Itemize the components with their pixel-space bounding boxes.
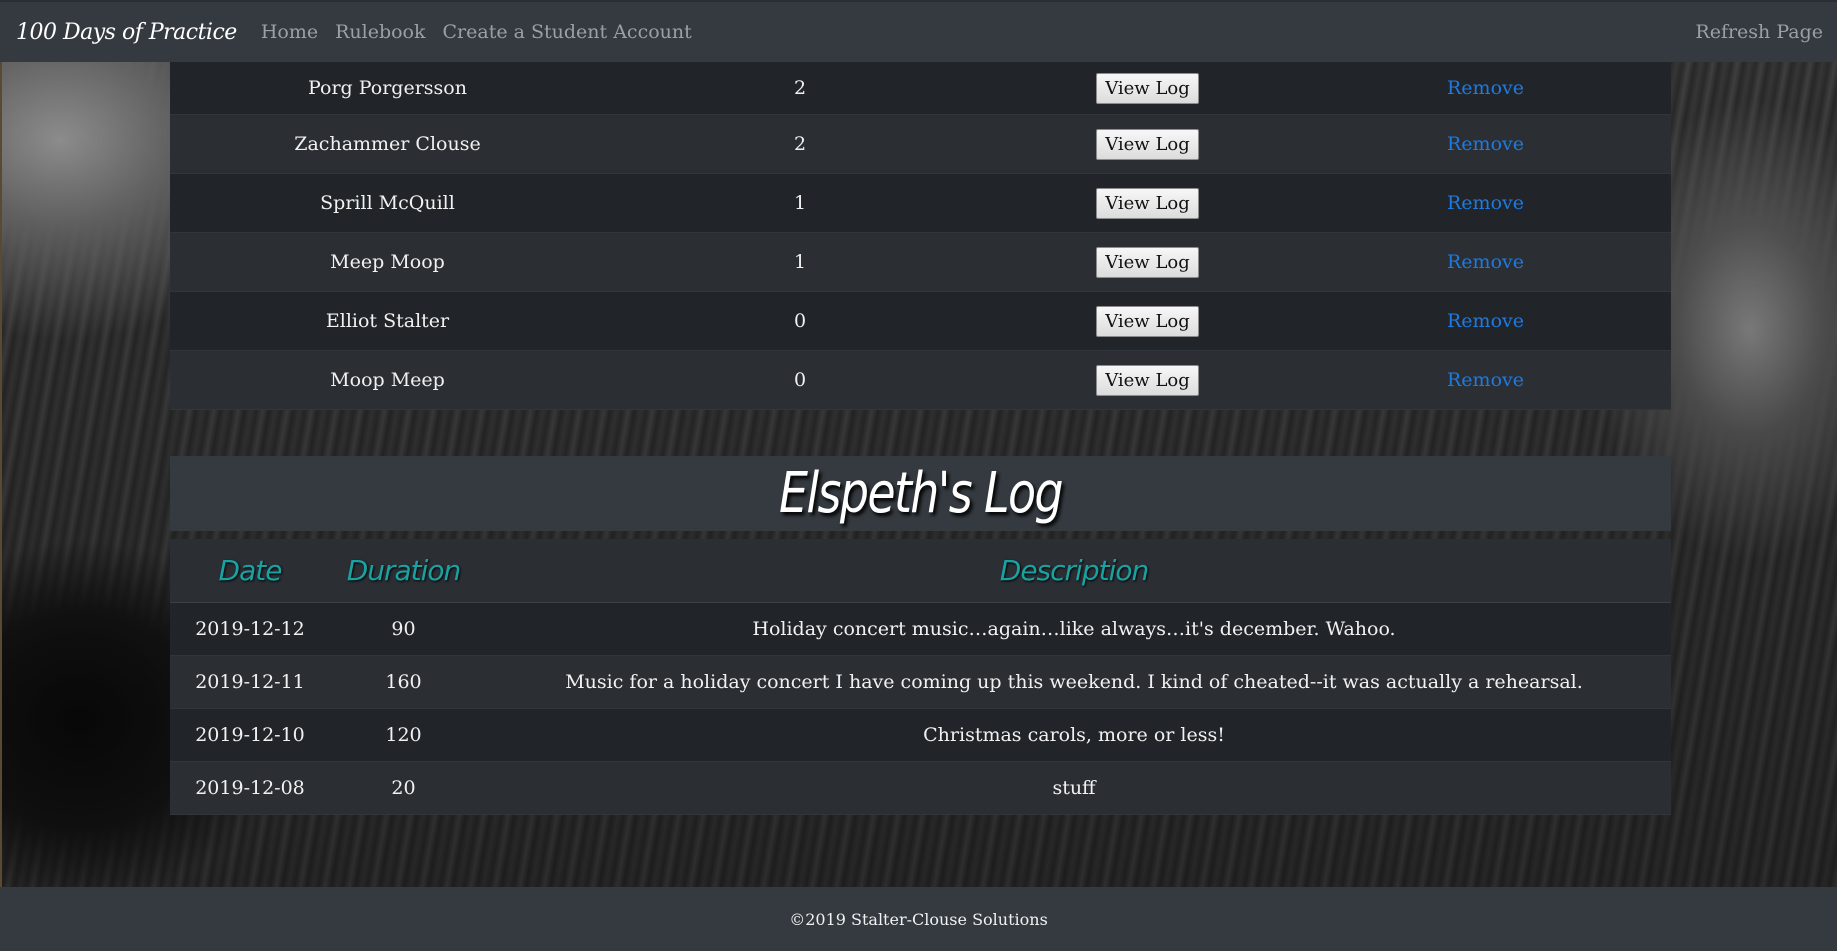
student-days: 2 bbox=[793, 133, 807, 155]
remove-link[interactable]: Remove bbox=[1300, 251, 1671, 273]
log-row: 2019-12-08 20 stuff bbox=[170, 762, 1671, 815]
view-log-cell: View Log bbox=[995, 305, 1300, 337]
view-log-cell: View Log bbox=[995, 128, 1300, 160]
log-row: 2019-12-12 90 Holiday concert music…agai… bbox=[170, 603, 1671, 656]
remove-link[interactable]: Remove bbox=[1300, 192, 1671, 214]
student-name: Meep Moop bbox=[330, 251, 445, 273]
left-edge bbox=[0, 0, 2, 951]
log-table: Date Duration Description 2019-12-12 90 … bbox=[170, 539, 1671, 815]
student-row: Meep Moop 1 View Log Remove bbox=[170, 233, 1671, 292]
remove-link[interactable]: Remove bbox=[1300, 133, 1671, 155]
navbar: 100 Days of Practice Home Rulebook Creat… bbox=[0, 0, 1837, 62]
log-title-bar: Elspeth's Log bbox=[170, 456, 1671, 531]
students-table: Porg Porgersson 2 View Log Remove Zacham… bbox=[170, 62, 1671, 410]
student-row: Sprill McQuill 1 View Log Remove bbox=[170, 174, 1671, 233]
student-name: Elliot Stalter bbox=[325, 310, 450, 332]
remove-link[interactable]: Remove bbox=[1300, 310, 1671, 332]
student-row: Elliot Stalter 0 View Log Remove bbox=[170, 292, 1671, 351]
log-row: 2019-12-10 120 Christmas carols, more or… bbox=[170, 709, 1671, 762]
nav-create-student-account[interactable]: Create a Student Account bbox=[443, 21, 692, 43]
remove-link[interactable]: Remove bbox=[1300, 369, 1671, 391]
log-description: stuff bbox=[1052, 777, 1096, 799]
view-log-button[interactable]: View Log bbox=[1096, 187, 1199, 219]
header-description: Description bbox=[999, 554, 1149, 587]
view-log-cell: View Log bbox=[995, 72, 1300, 104]
view-log-button[interactable]: View Log bbox=[1096, 246, 1199, 278]
log-title: Elspeth's Log bbox=[779, 461, 1064, 526]
log-row: 2019-12-11 160 Music for a holiday conce… bbox=[170, 656, 1671, 709]
log-date: 2019-12-11 bbox=[195, 671, 305, 693]
student-row: Porg Porgersson 2 View Log Remove bbox=[170, 62, 1671, 115]
log-duration: 90 bbox=[391, 618, 416, 640]
log-date: 2019-12-08 bbox=[195, 777, 305, 799]
log-description: Christmas carols, more or less! bbox=[923, 724, 1225, 746]
nav-home[interactable]: Home bbox=[261, 21, 318, 43]
view-log-button[interactable]: View Log bbox=[1096, 72, 1199, 104]
log-table-header: Date Duration Description bbox=[170, 539, 1671, 603]
brand-logo[interactable]: 100 Days of Practice bbox=[16, 20, 237, 45]
student-row: Moop Meep 0 View Log Remove bbox=[170, 351, 1671, 410]
student-name: Porg Porgersson bbox=[308, 77, 467, 99]
student-name: Sprill McQuill bbox=[320, 192, 455, 214]
student-name: Zachammer Clouse bbox=[294, 133, 481, 155]
footer-copyright: ©2019 Stalter-Clouse Solutions bbox=[789, 909, 1048, 929]
view-log-cell: View Log bbox=[995, 364, 1300, 396]
student-days: 1 bbox=[793, 251, 807, 273]
log-description: Holiday concert music…again…like always…… bbox=[752, 618, 1396, 640]
log-duration: 120 bbox=[385, 724, 422, 746]
nav-rulebook[interactable]: Rulebook bbox=[335, 21, 425, 43]
view-log-button[interactable]: View Log bbox=[1096, 364, 1199, 396]
student-days: 2 bbox=[793, 77, 807, 99]
log-date: 2019-12-12 bbox=[195, 618, 305, 640]
view-log-cell: View Log bbox=[995, 246, 1300, 278]
footer: ©2019 Stalter-Clouse Solutions bbox=[0, 887, 1837, 951]
nav-refresh-page[interactable]: Refresh Page bbox=[1695, 21, 1823, 43]
header-date: Date bbox=[218, 554, 283, 587]
student-days: 0 bbox=[793, 310, 807, 332]
remove-link[interactable]: Remove bbox=[1300, 77, 1671, 99]
view-log-cell: View Log bbox=[995, 187, 1300, 219]
log-duration: 160 bbox=[385, 671, 422, 693]
view-log-button[interactable]: View Log bbox=[1096, 128, 1199, 160]
log-description: Music for a holiday concert I have comin… bbox=[565, 671, 1583, 693]
student-name: Moop Meep bbox=[330, 369, 445, 391]
log-duration: 20 bbox=[391, 777, 416, 799]
student-row: Zachammer Clouse 2 View Log Remove bbox=[170, 115, 1671, 174]
student-days: 1 bbox=[793, 192, 807, 214]
view-log-button[interactable]: View Log bbox=[1096, 305, 1199, 337]
log-date: 2019-12-10 bbox=[195, 724, 305, 746]
header-duration: Duration bbox=[346, 554, 462, 587]
student-days: 0 bbox=[793, 369, 807, 391]
